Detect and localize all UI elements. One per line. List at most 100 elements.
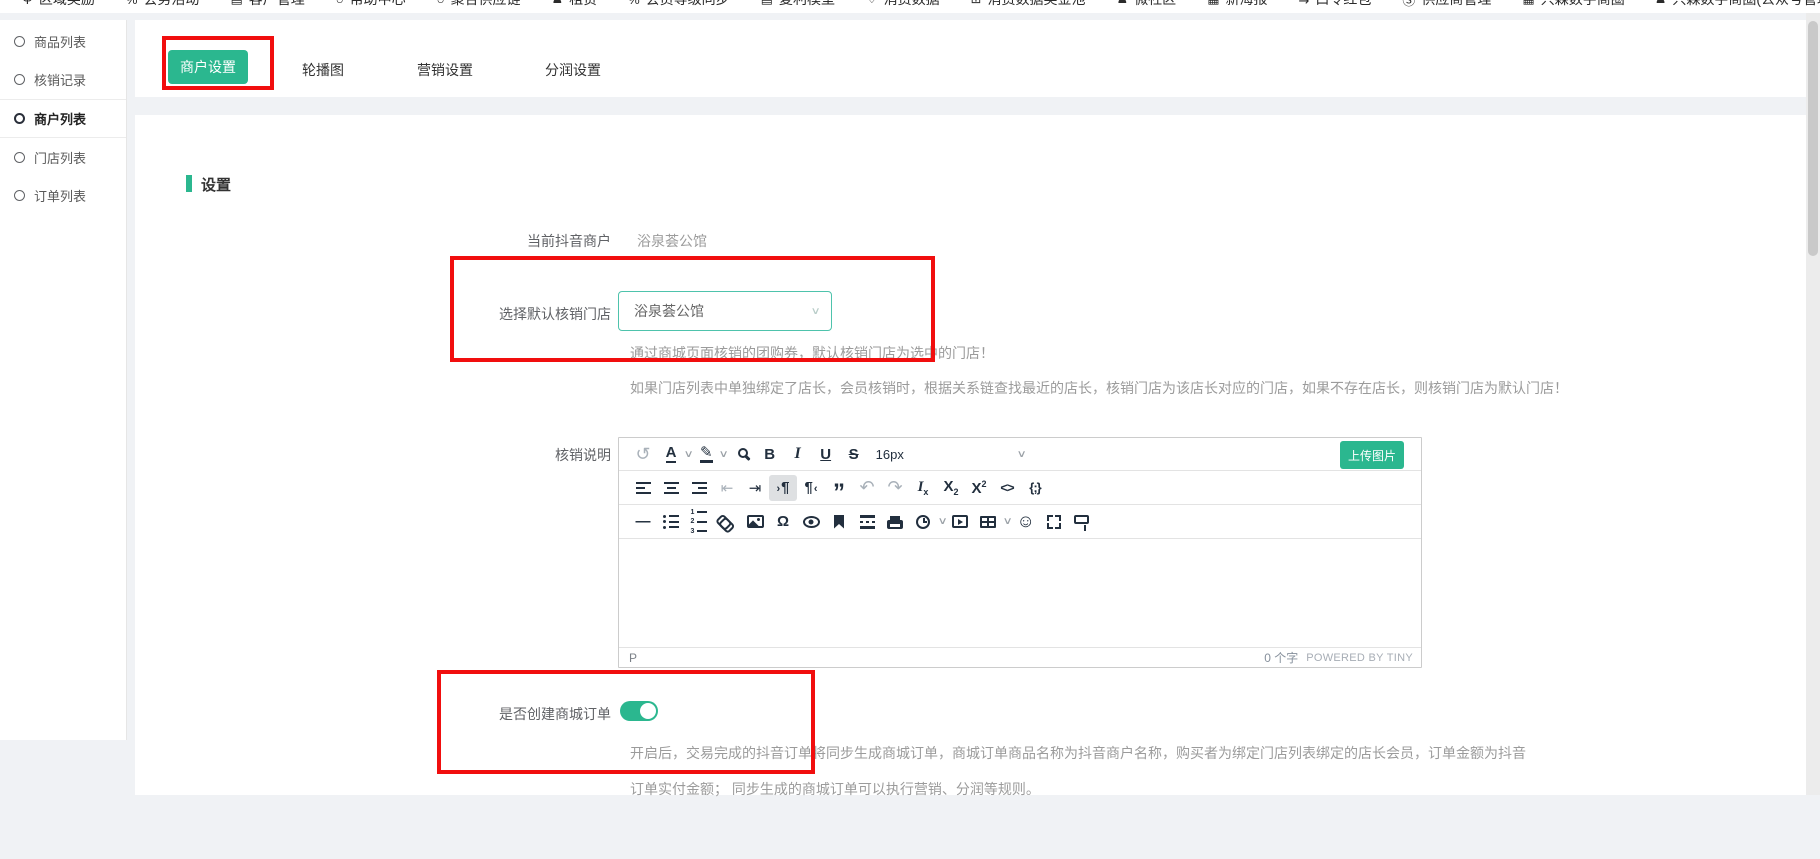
text-color-button[interactable]: A bbox=[657, 441, 685, 467]
nav-item-meeting-activity[interactable]: %会务活动 bbox=[126, 0, 200, 9]
anchor-button[interactable] bbox=[825, 509, 853, 535]
store-help-text-2: 如果门店列表中单独绑定了店长，会员核销时，根据关系链查找最近的店长，核销门店为该… bbox=[630, 378, 1568, 398]
sidebar-item-order-list[interactable]: 订单列表 bbox=[0, 176, 126, 215]
restore-draft-button[interactable]: ↺ bbox=[629, 441, 657, 467]
nav-item-consumption-data[interactable]: ♡消费数据 bbox=[866, 0, 940, 9]
blockquote-button[interactable]: ” bbox=[825, 475, 853, 501]
nav-item-region-reward[interactable]: Ψ区域奖励 bbox=[22, 0, 95, 9]
code-sample-icon: {;} bbox=[1029, 480, 1040, 495]
code-icon: <> bbox=[1000, 480, 1013, 495]
search-replace-button[interactable] bbox=[728, 441, 756, 467]
sidebar-item-merchant-list[interactable]: 商户列表 bbox=[0, 99, 126, 138]
account-admin[interactable]: ♟兴森数字商圈(公众号管理员) bbox=[1655, 0, 1820, 9]
highlight-pen-icon: ✎ bbox=[700, 445, 713, 463]
scrollbar-thumb[interactable] bbox=[1808, 21, 1818, 256]
preview-button[interactable] bbox=[797, 509, 825, 535]
bullet-list-button[interactable] bbox=[657, 509, 685, 535]
section-accent-bar bbox=[186, 175, 192, 192]
tab-profit-settings[interactable]: 分润设置 bbox=[545, 60, 601, 80]
numbered-list-button[interactable] bbox=[685, 509, 713, 535]
rtl-button[interactable]: ¶ bbox=[797, 475, 825, 501]
sidebar-item-verify-records[interactable]: 核销记录 bbox=[0, 61, 126, 100]
editor-toolbar-row-2: ⇤ ⇥ ¶ ¶ ” ↶ ↷ I X X <> {;} bbox=[619, 471, 1421, 505]
horizontal-rule-button[interactable]: — bbox=[629, 509, 657, 535]
undo-button[interactable]: ↶ bbox=[853, 475, 881, 501]
element-path[interactable]: P bbox=[629, 651, 1264, 665]
align-left-button[interactable] bbox=[629, 475, 657, 501]
outdent-button[interactable]: ⇤ bbox=[713, 475, 741, 501]
print-button[interactable] bbox=[881, 509, 909, 535]
remove-format-button[interactable]: I bbox=[909, 475, 937, 501]
tab-merchant-settings[interactable]: 商户设置 bbox=[168, 50, 248, 84]
align-center-button[interactable] bbox=[657, 475, 685, 501]
nav-item-password-redpacket[interactable]: ⇆口令红包 bbox=[1298, 0, 1371, 9]
powered-by-tiny[interactable]: POWERED BY TINY bbox=[1306, 652, 1413, 664]
toggle-knob bbox=[640, 703, 656, 719]
nav-item-supply-chain[interactable]: ○聚合供应链 bbox=[437, 0, 521, 9]
link-button[interactable] bbox=[713, 509, 741, 535]
model-icon: ▤ bbox=[761, 0, 773, 7]
upload-image-button[interactable]: 上传图片 bbox=[1340, 441, 1404, 469]
tab-carousel[interactable]: 轮播图 bbox=[302, 60, 344, 80]
align-right-button[interactable] bbox=[685, 475, 713, 501]
redo-button[interactable]: ↷ bbox=[881, 475, 909, 501]
code-button[interactable]: <> bbox=[993, 475, 1021, 501]
subscript-icon: X bbox=[943, 478, 958, 497]
create-order-description: 开启后，交易完成的抖音订单将同步生成商城订单，商城订单商品名称为抖音商户名称，购… bbox=[630, 735, 1530, 807]
numbered-list-icon bbox=[691, 509, 708, 535]
default-store-select[interactable]: 浴泉荟公馆 ∨ bbox=[618, 291, 832, 331]
top-navbar: Ψ区域奖励 %会务活动 ▤客户管理 ○帮助中心 ○聚合供应链 ♟租赁 %会员等级… bbox=[0, 0, 1820, 13]
create-order-toggle[interactable] bbox=[620, 701, 658, 721]
insert-media-button[interactable] bbox=[946, 509, 974, 535]
subscript-button[interactable]: X bbox=[937, 475, 965, 501]
douyin-merchant-value: 浴泉荟公馆 bbox=[637, 231, 707, 251]
nav-item-customer-mgmt[interactable]: ▤客户管理 bbox=[230, 0, 304, 9]
scrollbar-track[interactable] bbox=[1806, 13, 1820, 795]
blockquote-icon: ” bbox=[833, 488, 845, 498]
page-break-button[interactable] bbox=[853, 509, 881, 535]
emoji-button[interactable]: ☺ bbox=[1012, 509, 1040, 535]
nav-item-compound-model[interactable]: ▤复利模型 bbox=[761, 0, 835, 9]
fullscreen-button[interactable] bbox=[1040, 509, 1068, 535]
code-sample-button[interactable]: {;} bbox=[1021, 475, 1049, 501]
nav-item-rental[interactable]: ♟租赁 bbox=[551, 0, 597, 9]
nav-item-help-center[interactable]: ○帮助中心 bbox=[336, 0, 406, 9]
rich-text-editor: ↺ A ∨ ✎ ∨ B I U S 16px ∨ 上传图片 ⇤ bbox=[618, 437, 1422, 668]
bold-button[interactable]: B bbox=[756, 441, 784, 467]
account-merchant-circle[interactable]: ▦兴森数字商圈 bbox=[1522, 0, 1624, 9]
nav-item-member-level-sync[interactable]: %会员等级同步 bbox=[628, 0, 730, 9]
indent-button[interactable]: ⇥ bbox=[741, 475, 769, 501]
bookmark-icon bbox=[834, 515, 844, 529]
insert-datetime-button[interactable] bbox=[909, 509, 937, 535]
ltr-button[interactable]: ¶ bbox=[769, 475, 797, 501]
outdent-icon: ⇤ bbox=[721, 479, 734, 497]
clock-icon bbox=[916, 515, 930, 529]
insert-image-button[interactable] bbox=[741, 509, 769, 535]
underline-button[interactable]: U bbox=[812, 441, 840, 467]
font-size-value: 16px bbox=[876, 447, 1019, 462]
redo-icon: ↷ bbox=[887, 477, 902, 498]
tab-bar: 商户设置 轮播图 营销设置 分润设置 bbox=[135, 20, 1806, 97]
nav-item-new-poster[interactable]: ▦新海报 bbox=[1207, 0, 1267, 9]
sidebar: 商品列表 核销记录 商户列表 门店列表 订单列表 bbox=[0, 20, 127, 740]
font-size-select[interactable]: 16px ∨ bbox=[876, 447, 1026, 462]
nav-item-micro-community[interactable]: ♟微社区 bbox=[1117, 0, 1177, 9]
italic-button[interactable]: I bbox=[784, 441, 812, 467]
charmap-button[interactable]: Ω bbox=[769, 509, 797, 535]
strikethrough-button[interactable]: S bbox=[840, 441, 868, 467]
highlight-color-button[interactable]: ✎ bbox=[692, 441, 720, 467]
nav-item-supplier-mgmt[interactable]: Ⓢ供应商管理 bbox=[1402, 0, 1491, 9]
supplier-icon: Ⓢ bbox=[1402, 0, 1415, 9]
nav-item-bonus-pool[interactable]: ⊞消费数据奖金池 bbox=[971, 0, 1086, 9]
sidebar-item-product-list[interactable]: 商品列表 bbox=[0, 22, 126, 61]
superscript-button[interactable]: X bbox=[965, 475, 993, 501]
tab-marketing-settings[interactable]: 营销设置 bbox=[417, 60, 473, 80]
insert-table-button[interactable] bbox=[974, 509, 1002, 535]
sidebar-item-store-list[interactable]: 门店列表 bbox=[0, 138, 126, 177]
strikethrough-icon: S bbox=[849, 446, 859, 463]
editor-toolbar-row-3: — Ω ∨ ∨ ☺ bbox=[619, 505, 1421, 539]
supply-chain-icon: ○ bbox=[437, 0, 445, 7]
format-painter-button[interactable] bbox=[1068, 509, 1096, 535]
create-order-label: 是否创建商城订单 bbox=[311, 704, 611, 724]
editor-content-area[interactable] bbox=[619, 539, 1421, 647]
